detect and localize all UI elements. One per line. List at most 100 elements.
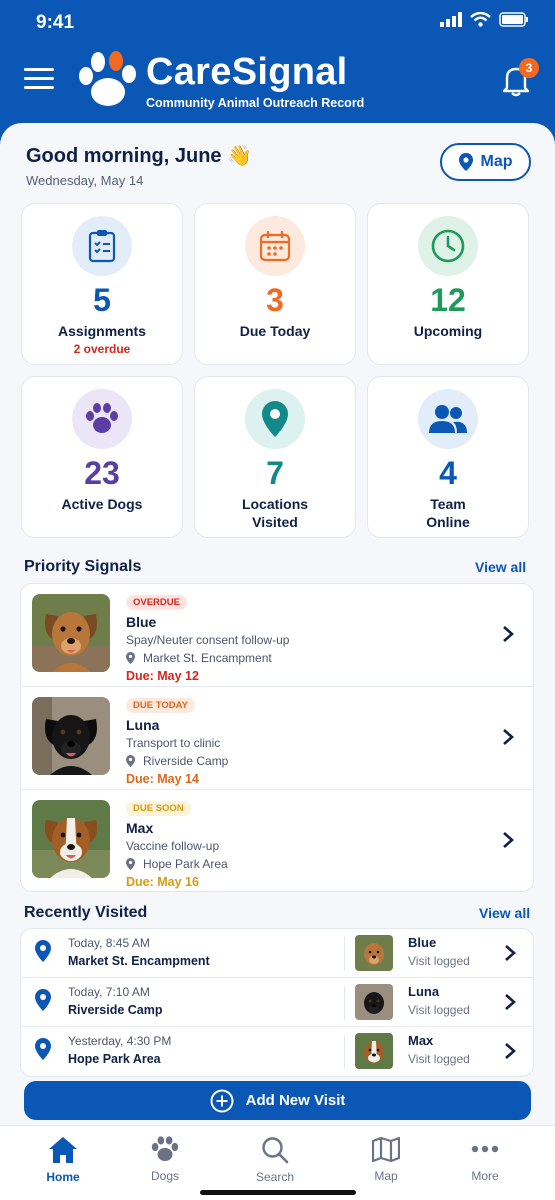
recent-visit-row[interactable]: Today, 8:45 AM Market St. Encampment Blu… — [21, 929, 533, 978]
dog-thumbnail-max — [355, 1033, 393, 1069]
add-new-visit-label: Add New Visit — [245, 1092, 346, 1109]
stat-icon-circle — [72, 389, 132, 449]
priority-signals-list: OVERDUE Blue Spay/Neuter consent follow-… — [20, 583, 534, 892]
due-date: Due: May 16 — [126, 875, 199, 889]
stat-team-online[interactable]: 4 Team Online — [367, 376, 529, 538]
nav-label: Search — [255, 1170, 295, 1184]
stat-icon-circle — [245, 389, 305, 449]
menu-button[interactable] — [24, 68, 54, 92]
app-header: 9:41 CareSignal Community Animal Outreac… — [0, 0, 555, 140]
nav-search[interactable]: Search — [235, 1136, 315, 1184]
location-pin-icon — [126, 755, 135, 767]
stat-icon-circle — [72, 216, 132, 276]
recently-visited-list: Today, 8:45 AM Market St. Encampment Blu… — [20, 928, 534, 1077]
stat-label: Active Dogs — [61, 496, 143, 512]
map-button[interactable]: Map — [440, 143, 531, 181]
priority-signals-title: Priority Signals — [24, 558, 142, 575]
dog-thumbnail-luna — [355, 984, 393, 1020]
priority-item-text: OVERDUE Blue Spay/Neuter consent follow-… — [126, 592, 466, 683]
location-pin-icon — [126, 858, 135, 870]
chevron-right-icon — [503, 626, 514, 642]
priority-item-blue[interactable]: OVERDUE Blue Spay/Neuter consent follow-… — [21, 584, 533, 687]
location-name: Market St. Encampment — [143, 651, 272, 665]
chevron-right-icon — [505, 1043, 516, 1059]
map-icon — [372, 1136, 400, 1163]
visit-status: Visit logged — [408, 1003, 470, 1017]
location-name: Hope Park Area — [143, 857, 228, 871]
stat-label: Assignments — [58, 323, 146, 339]
status-badge: DUE TODAY — [126, 698, 195, 713]
nav-home[interactable]: Home — [23, 1136, 103, 1184]
chevron-right-icon — [505, 994, 516, 1010]
dog-thumbnail-blue — [355, 935, 393, 971]
visit-time: Yesterday, 4:30 PM — [68, 1034, 172, 1048]
search-icon — [262, 1137, 289, 1164]
priority-item-max[interactable]: DUE SOON Max Vaccine follow-up Hope Park… — [21, 790, 533, 891]
nav-label: Map — [374, 1169, 398, 1183]
nav-label: Home — [46, 1170, 80, 1184]
stat-active-dogs[interactable]: 23 Active Dogs — [21, 376, 183, 538]
greeting-title: Good morning, June 👋 — [26, 145, 253, 167]
stat-sub: 2 overdue — [73, 342, 131, 356]
stat-assignments[interactable]: 5 Assignments 2 overdue — [21, 203, 183, 365]
nav-map[interactable]: Map — [346, 1136, 426, 1183]
stat-label: Team Online — [426, 496, 470, 530]
visit-time: Today, 7:10 AM — [68, 985, 150, 999]
home-icon — [49, 1137, 77, 1163]
recent-view-all-link[interactable]: View all — [479, 905, 530, 921]
priority-item-luna[interactable]: DUE TODAY Luna Transport to clinic River… — [21, 687, 533, 790]
stat-upcoming[interactable]: 12 Upcoming — [367, 203, 529, 365]
chevron-right-icon — [503, 832, 514, 848]
signal-icon — [440, 12, 462, 27]
recent-visit-row[interactable]: Today, 7:10 AM Riverside Camp Luna Visit… — [21, 978, 533, 1027]
status-badge: DUE SOON — [126, 801, 191, 816]
visit-dog-name: Blue — [408, 935, 437, 950]
recently-visited-title: Recently Visited — [24, 904, 148, 921]
recent-visit-row[interactable]: Yesterday, 4:30 PM Hope Park Area Max Vi… — [21, 1027, 533, 1076]
battery-icon — [499, 12, 528, 27]
stat-due-today[interactable]: 3 Due Today — [194, 203, 356, 365]
home-indicator — [200, 1190, 356, 1195]
visit-place: Market St. Encampment — [68, 954, 210, 968]
divider — [344, 937, 345, 971]
plus-circle-icon — [210, 1089, 234, 1112]
add-new-visit-button[interactable]: Add New Visit — [24, 1081, 531, 1120]
dog-name: Max — [126, 820, 154, 836]
stat-value: 4 — [439, 455, 457, 491]
priority-item-text: DUE TODAY Luna Transport to clinic River… — [126, 695, 466, 786]
stat-value: 23 — [84, 455, 120, 491]
location-pin-icon — [35, 940, 51, 962]
priority-view-all-link[interactable]: View all — [475, 559, 526, 575]
due-date: Due: May 12 — [126, 669, 199, 683]
paw-icon — [151, 1136, 179, 1162]
visit-time: Today, 8:45 AM — [68, 936, 150, 950]
location-pin-icon — [458, 153, 473, 171]
calendar-icon — [259, 231, 291, 262]
chevron-right-icon — [505, 945, 516, 961]
nav-dogs[interactable]: Dogs — [125, 1136, 205, 1183]
dog-photo-max — [32, 800, 110, 878]
visit-status: Visit logged — [408, 1052, 470, 1066]
clock-icon — [431, 229, 465, 263]
dog-name: Blue — [126, 614, 157, 630]
brand: CareSignal Community Animal Outreach Rec… — [74, 50, 364, 112]
team-icon — [429, 405, 467, 433]
due-date: Due: May 14 — [126, 772, 199, 786]
chevron-right-icon — [503, 729, 514, 745]
location-line: Riverside Camp — [126, 754, 466, 768]
dog-photo-luna — [32, 697, 110, 775]
dog-photo-blue — [32, 594, 110, 672]
visit-place: Riverside Camp — [68, 1003, 163, 1017]
app-name: CareSignal — [146, 51, 348, 93]
app-subtitle: Community Animal Outreach Record — [146, 96, 365, 110]
location-pin-icon — [35, 989, 51, 1011]
task-description: Vaccine follow-up — [126, 839, 220, 853]
stat-value: 5 — [93, 282, 111, 318]
nav-more[interactable]: More — [445, 1136, 525, 1183]
task-description: Transport to clinic — [126, 736, 221, 750]
current-date: Wednesday, May 14 — [26, 173, 144, 188]
status-badge: OVERDUE — [126, 595, 187, 610]
visit-dog-name: Max — [408, 1033, 434, 1048]
stat-locations-visited[interactable]: 7 Locations Visited — [194, 376, 356, 538]
location-pin-icon — [262, 401, 288, 437]
